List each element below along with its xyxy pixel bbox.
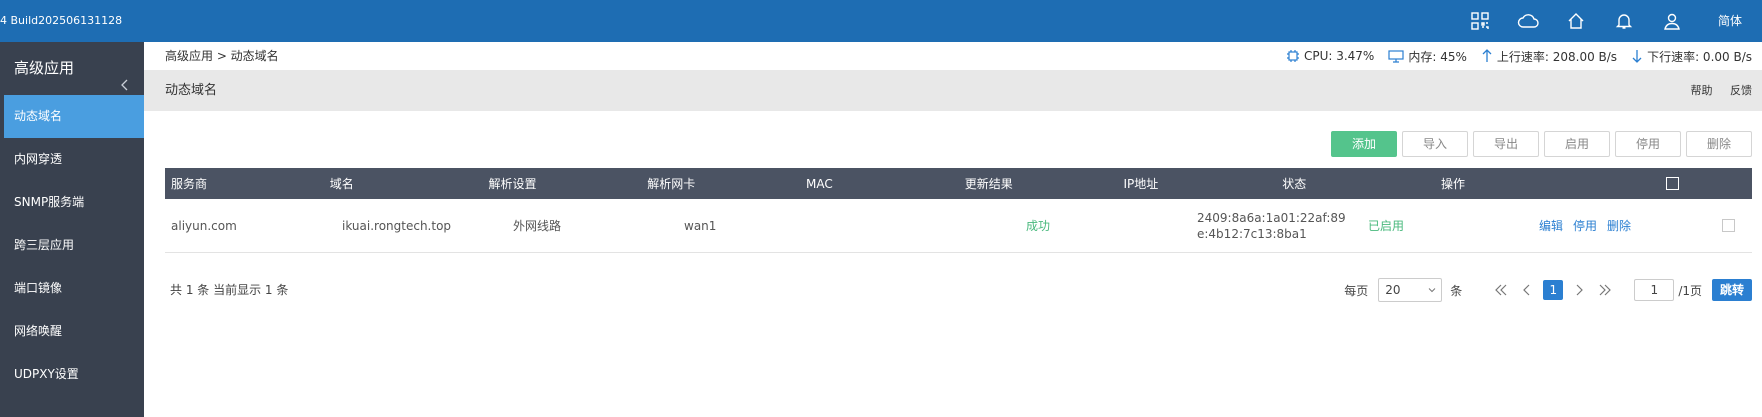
feedback-link[interactable]: 反馈 [1730, 84, 1752, 97]
cell-result: 成功 [1026, 219, 1051, 233]
top-bar: 4 Build202506131128 简体 [0, 0, 1762, 42]
jump-button[interactable]: 跳转 [1712, 279, 1752, 301]
sidebar-item-ddns[interactable]: 动态域名 [4, 95, 144, 138]
column-header[interactable]: 状态 [1276, 168, 1435, 199]
per-page-value: 20 [1385, 283, 1401, 297]
disable-link[interactable]: 停用 [1573, 217, 1597, 234]
ip-address: 2409:8a6a:1a01:22af:89e:4b12:7c13:8ba1 [1197, 210, 1346, 241]
sidebar-item-udpxy[interactable]: UDPXY设置 [0, 353, 144, 396]
main-content: 高级应用 > 动态域名 CPU: 3.47% 内存: 45% 上行速率: 208… [144, 42, 1762, 417]
upload-stat: 上行速率: 208.00 B/s [1481, 48, 1617, 65]
arrow-up-icon [1482, 49, 1492, 62]
total-pages: /1页 [1678, 283, 1702, 298]
bell-icon[interactable] [1604, 0, 1644, 42]
delete-button[interactable]: 删除 [1686, 131, 1752, 157]
sidebar-item-snmp[interactable]: SNMP服务端 [0, 181, 144, 224]
status-badge: 已启用 [1368, 219, 1405, 233]
cpu-value: CPU: 3.47% [1303, 49, 1375, 63]
delete-link[interactable]: 删除 [1607, 217, 1631, 234]
cloud-icon[interactable] [1508, 0, 1548, 42]
column-header[interactable]: 操作 [1435, 168, 1594, 199]
user-icon[interactable] [1652, 0, 1692, 42]
chevron-down-icon [1428, 288, 1436, 293]
last-page-icon[interactable] [1595, 280, 1615, 300]
per-page-label: 每页 [1344, 283, 1369, 298]
sidebar-item-port-mirror[interactable]: 端口镜像 [0, 267, 144, 310]
toolbar: 添加 导入 导出 启用 停用 删除 [1326, 131, 1752, 157]
cell-provider: aliyun.com [171, 218, 237, 233]
sidebar-title: 高级应用 [0, 42, 144, 95]
prev-page-icon[interactable] [1517, 280, 1537, 300]
page-number-input[interactable]: 1 [1634, 279, 1675, 301]
help-link[interactable]: 帮助 [1691, 84, 1713, 97]
current-page[interactable]: 1 [1543, 280, 1564, 300]
cell-ip: 2409:8a6a:1a01:22af:89e:4b12:7c13:8ba1 [1191, 199, 1362, 252]
column-header[interactable]: IP地址 [1118, 168, 1277, 199]
row-checkbox[interactable] [1704, 199, 1752, 252]
disable-button[interactable]: 停用 [1615, 131, 1681, 157]
page-links: 帮助 反馈 [1677, 70, 1753, 111]
table-header: 服务商 域名 解析设置 解析网卡 MAC 更新结果 IP地址 状态 操作 [165, 168, 1752, 199]
per-page-select[interactable]: 20 [1378, 278, 1443, 302]
cell-domain: ikuai.rongtech.top [342, 218, 452, 233]
sidebar-item-layer3[interactable]: 跨三层应用 [0, 224, 144, 267]
next-page-icon[interactable] [1569, 280, 1589, 300]
cell-operations: 编辑 停用 删除 [1533, 199, 1704, 252]
column-header[interactable]: 解析网卡 [641, 168, 800, 199]
sidebar: 高级应用 动态域名 内网穿透 SNMP服务端 跨三层应用 端口镜像 网络唤醒 U… [0, 42, 144, 417]
column-header[interactable]: 更新结果 [959, 168, 1118, 199]
memory-value: 内存: 45% [1408, 49, 1467, 64]
grid-icon[interactable] [1460, 0, 1500, 42]
column-header[interactable]: MAC [800, 168, 959, 199]
first-page-icon[interactable] [1491, 280, 1511, 300]
sidebar-item-wake-on-lan[interactable]: 网络唤醒 [0, 310, 144, 353]
system-stats: CPU: 3.47% 内存: 45% 上行速率: 208.00 B/s 下行速率… [1272, 42, 1752, 70]
arrow-down-icon [1632, 50, 1642, 63]
select-all-checkbox[interactable] [1594, 168, 1752, 199]
add-button[interactable]: 添加 [1331, 131, 1397, 157]
download-value: 下行速率: 0.00 B/s [1647, 49, 1752, 64]
cell-resolve: 外网线路 [513, 219, 562, 233]
upload-value: 上行速率: 208.00 B/s [1496, 49, 1618, 64]
top-icons: 简体 [1452, 0, 1762, 42]
sidebar-title-text: 高级应用 [14, 59, 75, 77]
pagination: 每页 20 条 1 1 /1页 跳转 [1344, 276, 1752, 304]
cell-nic: wan1 [684, 218, 717, 233]
download-stat: 下行速率: 0.00 B/s [1631, 48, 1752, 65]
cpu-icon [1286, 50, 1299, 62]
ddns-table: 服务商 域名 解析设置 解析网卡 MAC 更新结果 IP地址 状态 操作 ali… [165, 168, 1752, 253]
memory-stat: 内存: 45% [1388, 48, 1467, 65]
page-title: 动态域名 [165, 83, 218, 98]
import-button[interactable]: 导入 [1402, 131, 1468, 157]
table-footer: 共 1 条 当前显示 1 条 每页 20 条 1 1 /1页 跳转 [165, 276, 1752, 304]
breadcrumb: 高级应用 > 动态域名 [165, 49, 279, 63]
cell-mac [849, 199, 1020, 252]
column-header[interactable]: 服务商 [165, 168, 324, 199]
breadcrumb-bar: 高级应用 > 动态域名 CPU: 3.47% 内存: 45% 上行速率: 208… [144, 42, 1762, 70]
per-page-unit: 条 [1450, 283, 1463, 298]
home-icon[interactable] [1556, 0, 1596, 42]
column-header[interactable]: 解析设置 [483, 168, 642, 199]
chevron-left-icon[interactable] [118, 61, 132, 91]
page-header: 动态域名 帮助 反馈 [144, 70, 1762, 111]
language-switch[interactable]: 简体 [1698, 0, 1762, 42]
build-version: 4 Build202506131128 [0, 14, 123, 27]
export-button[interactable]: 导出 [1473, 131, 1539, 157]
cpu-stat: CPU: 3.47% [1286, 49, 1374, 63]
edit-link[interactable]: 编辑 [1539, 217, 1563, 234]
enable-button[interactable]: 启用 [1544, 131, 1610, 157]
sidebar-item-nat-traversal[interactable]: 内网穿透 [0, 138, 144, 181]
table-row: aliyun.com ikuai.rongtech.top 外网线路 wan1 … [165, 199, 1752, 253]
column-header[interactable]: 域名 [324, 168, 483, 199]
memory-icon [1388, 50, 1404, 63]
record-summary: 共 1 条 当前显示 1 条 [170, 283, 289, 297]
